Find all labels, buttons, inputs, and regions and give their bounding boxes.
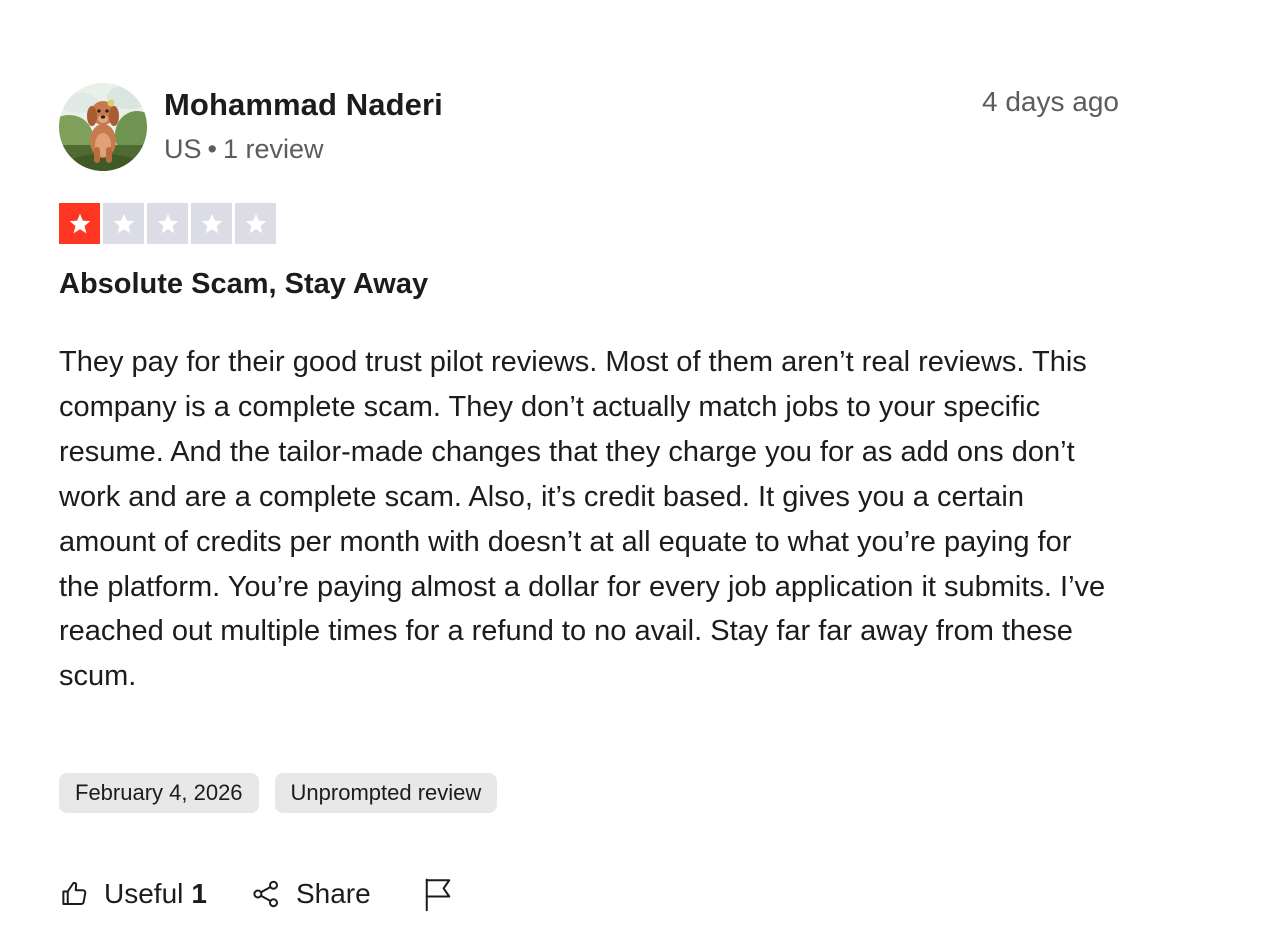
star-icon xyxy=(235,203,276,244)
reviewer-meta: US • 1 review xyxy=(164,134,324,165)
reviewer-review-count: 1 review xyxy=(222,134,324,164)
star-icon xyxy=(103,203,144,244)
review-body: They pay for their good trust pilot revi… xyxy=(59,346,1106,693)
star-rating xyxy=(59,203,276,244)
review-posted-ago: 4 days ago xyxy=(982,86,1119,117)
star-icon xyxy=(59,203,100,244)
meta-separator: • xyxy=(207,134,217,164)
star-icon xyxy=(191,203,232,244)
share-label: Share xyxy=(295,878,371,909)
thumbs-up-icon xyxy=(59,879,89,909)
star-icon xyxy=(147,203,188,244)
useful-count: 1 xyxy=(191,878,207,909)
review-title[interactable]: Absolute Scam, Stay Away xyxy=(59,268,428,301)
report-button[interactable] xyxy=(423,876,453,912)
review-type-tag: Unprompted review xyxy=(274,773,498,813)
review-tags: February 4, 2026 Unprompted review xyxy=(59,773,498,813)
reviewer-country: US xyxy=(164,134,202,164)
review-actions: Useful 1 Share xyxy=(59,872,453,916)
reviewer-avatar[interactable] xyxy=(59,83,147,171)
review-card: Mohammad Naderi US • 1 review 4 days ago A… xyxy=(59,0,1119,938)
reviewer-name[interactable]: Mohammad Naderi xyxy=(164,87,443,123)
share-icon xyxy=(251,879,281,909)
flag-icon xyxy=(423,876,453,912)
share-button[interactable]: Share xyxy=(251,878,371,910)
review-header: Mohammad Naderi US • 1 review 4 days ago xyxy=(59,83,1119,173)
useful-label: Useful xyxy=(104,878,184,909)
useful-button[interactable]: Useful 1 xyxy=(59,878,207,910)
review-date-tag: February 4, 2026 xyxy=(59,773,259,813)
dog-avatar-icon xyxy=(59,83,147,171)
